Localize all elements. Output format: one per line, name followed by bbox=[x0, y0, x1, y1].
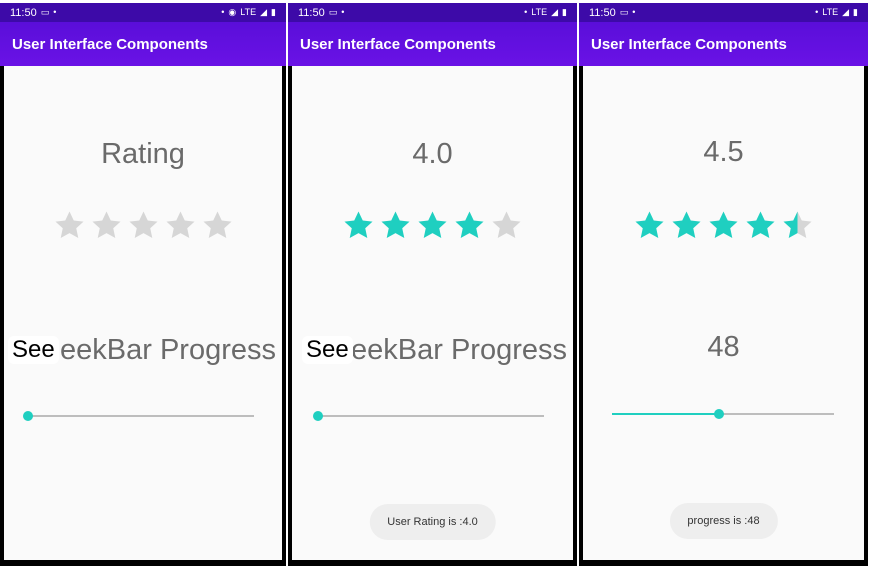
dot-icon: • bbox=[632, 7, 636, 17]
rating-headline: 4.0 bbox=[412, 138, 453, 170]
seekbar-thumb[interactable] bbox=[713, 409, 724, 419]
battery-icon: ▮ bbox=[562, 7, 567, 17]
star-icon[interactable] bbox=[707, 209, 740, 242]
screen-content: Rating SeekBar Progress See bbox=[4, 66, 282, 560]
app-bar: User Interface Components bbox=[288, 22, 577, 66]
star-icon[interactable] bbox=[453, 209, 486, 242]
star-icon[interactable] bbox=[164, 209, 197, 242]
lte-icon: LTE bbox=[240, 7, 257, 17]
dot-icon: • bbox=[815, 7, 819, 17]
phone-screen-2: 11:50 ▭ • • LTE ◢ ▮ User Interface Compo… bbox=[288, 3, 577, 566]
app-title: User Interface Components bbox=[12, 35, 208, 53]
screen-icon: ▭ bbox=[40, 7, 50, 17]
star-icon[interactable] bbox=[416, 209, 449, 242]
status-time: 11:50 bbox=[298, 6, 325, 19]
rating-headline: 4.5 bbox=[703, 136, 744, 168]
status-time: 11:50 bbox=[589, 6, 616, 19]
star-icon[interactable] bbox=[53, 209, 86, 242]
app-bar: User Interface Components bbox=[0, 22, 286, 66]
status-bar: 11:50 ▭ • • ◉ LTE ◢ ▮ bbox=[0, 3, 286, 22]
phone-screen-1: 11:50 ▭ • • ◉ LTE ◢ ▮ User Interface Com… bbox=[0, 3, 286, 566]
signal-icon: ◢ bbox=[842, 7, 850, 17]
dot-icon: • bbox=[221, 7, 225, 17]
status-time: 11:50 bbox=[10, 6, 37, 19]
screen-icon: ▭ bbox=[328, 7, 338, 17]
status-bar: 11:50 ▭ • • LTE ◢ ▮ bbox=[579, 3, 868, 22]
screen-content: 4.5 48 progress is :48 bbox=[583, 66, 864, 560]
seekbar-label-overlay: See bbox=[8, 336, 59, 364]
rating-headline: Rating bbox=[101, 138, 185, 170]
toast-message: User Rating is :4.0 bbox=[369, 504, 496, 540]
dot-icon: • bbox=[341, 7, 345, 17]
phone-screen-3: 11:50 ▭ • • LTE ◢ ▮ User Interface Compo… bbox=[579, 3, 868, 566]
seekbar-thumb[interactable] bbox=[23, 411, 33, 421]
seekbar[interactable] bbox=[313, 411, 544, 421]
rating-bar[interactable] bbox=[4, 209, 282, 242]
dot-icon: • bbox=[524, 7, 528, 17]
hotspot-icon: ◉ bbox=[228, 7, 237, 17]
star-icon[interactable] bbox=[670, 209, 703, 242]
app-title: User Interface Components bbox=[300, 35, 496, 53]
seekbar[interactable] bbox=[612, 409, 834, 419]
star-icon[interactable] bbox=[90, 209, 123, 242]
battery-icon: ▮ bbox=[853, 7, 858, 17]
rating-bar[interactable] bbox=[292, 209, 573, 242]
star-icon[interactable] bbox=[744, 209, 777, 242]
rating-bar[interactable] bbox=[583, 209, 864, 242]
app-title: User Interface Components bbox=[591, 35, 787, 53]
seekbar-label-overlay: See bbox=[302, 336, 353, 364]
star-icon[interactable] bbox=[342, 209, 375, 242]
star-icon[interactable] bbox=[201, 209, 234, 242]
seekbar-progress-fill bbox=[612, 413, 719, 415]
screen-icon: ▭ bbox=[619, 7, 629, 17]
status-bar: 11:50 ▭ • • LTE ◢ ▮ bbox=[288, 3, 577, 22]
star-icon[interactable] bbox=[127, 209, 160, 242]
toast-message: progress is :48 bbox=[669, 503, 778, 539]
star-icon[interactable] bbox=[633, 209, 666, 242]
signal-icon: ◢ bbox=[551, 7, 559, 17]
lte-icon: LTE bbox=[822, 7, 839, 17]
screen-content: 4.0 SeekBar Progress See User Rating is … bbox=[292, 66, 573, 560]
star-icon[interactable] bbox=[490, 209, 523, 242]
dot-icon: • bbox=[53, 7, 57, 17]
seekbar-thumb[interactable] bbox=[313, 411, 323, 421]
lte-icon: LTE bbox=[531, 7, 548, 17]
seekbar-value: 48 bbox=[707, 331, 740, 363]
seekbar[interactable] bbox=[23, 411, 254, 421]
battery-icon: ▮ bbox=[271, 7, 276, 17]
signal-icon: ◢ bbox=[260, 7, 268, 17]
app-bar: User Interface Components bbox=[579, 22, 868, 66]
star-icon[interactable] bbox=[781, 209, 814, 242]
star-icon[interactable] bbox=[379, 209, 412, 242]
